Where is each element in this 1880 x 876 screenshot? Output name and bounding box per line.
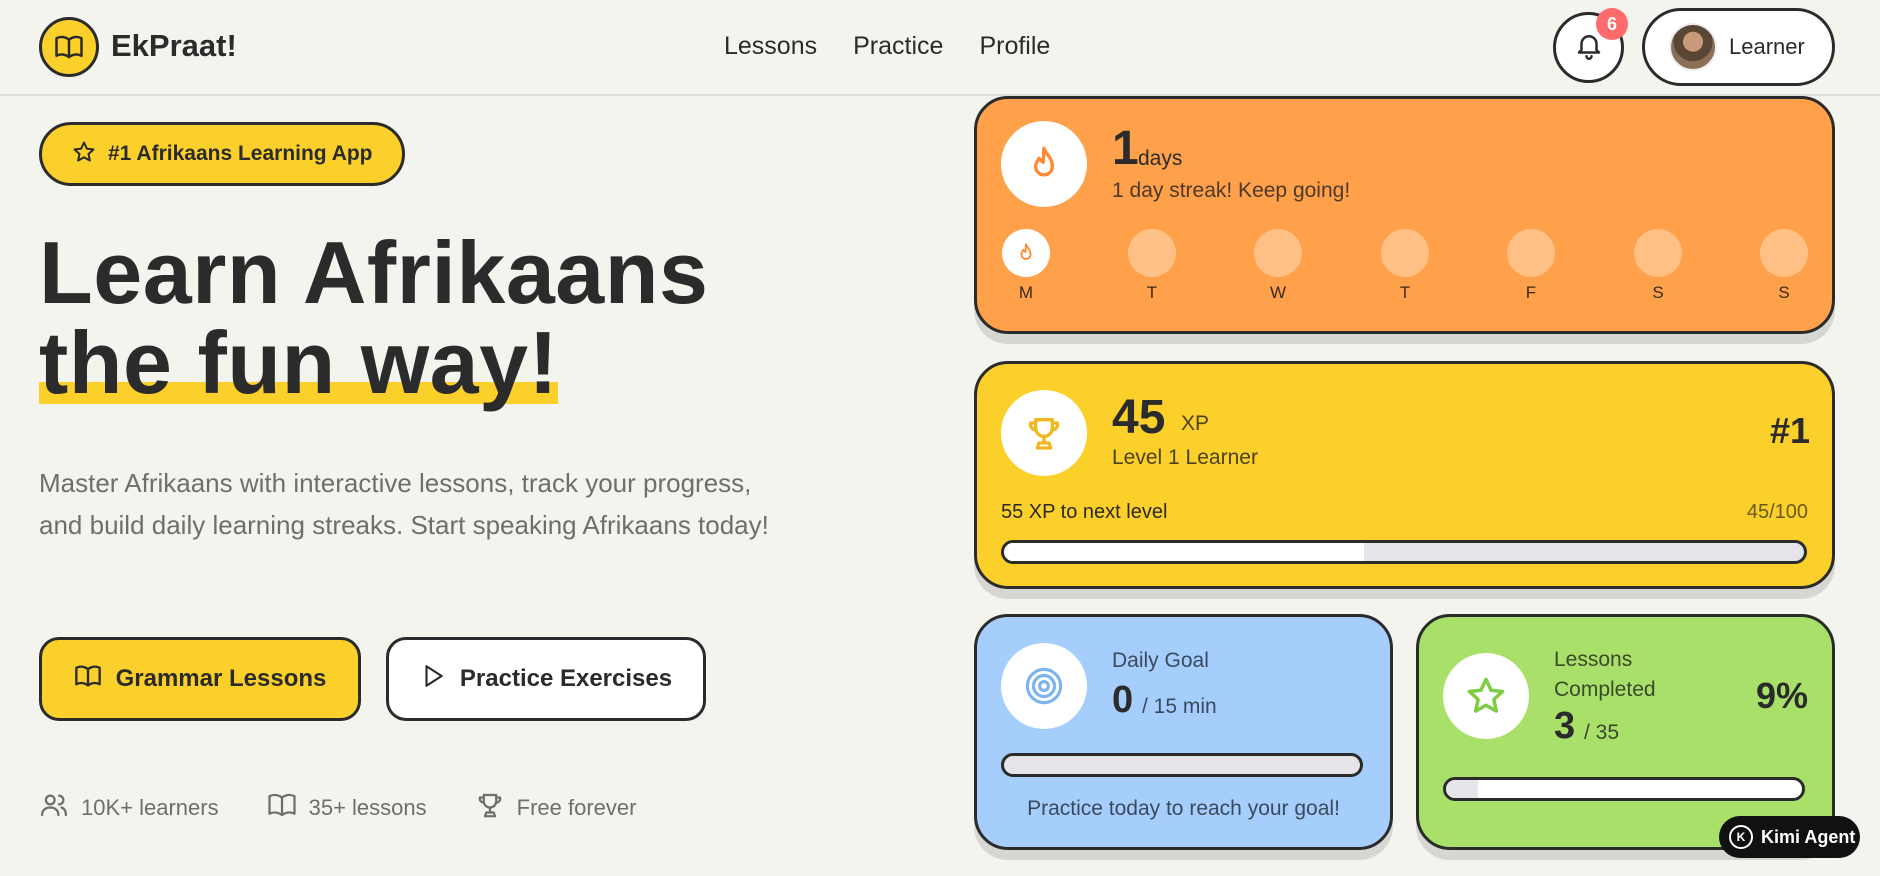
trophy-icon [475, 790, 505, 826]
lessons-completed-value: 3 [1554, 705, 1576, 747]
app-name[interactable]: EkPraat! [111, 28, 237, 64]
stat-free-label: Free forever [516, 795, 637, 820]
stat-lessons-label: 35+ lessons [308, 795, 427, 820]
nav-lessons[interactable]: Lessons [724, 32, 817, 61]
users-icon [39, 790, 69, 826]
streak-card: 1 days 1 day streak! Keep going! M T W T… [974, 96, 1835, 334]
xp-progress-fill [1004, 543, 1364, 561]
main-nav: Lessons Practice Profile [724, 32, 1050, 61]
streak-week: M T W T F S S [1001, 229, 1811, 309]
day-dot [1381, 229, 1429, 277]
stat-lessons: 35+ lessons [267, 790, 427, 826]
day-label: T [1399, 283, 1411, 302]
day-label: M [1018, 283, 1034, 302]
xp-unit: XP [1181, 412, 1210, 435]
day-dot [1760, 229, 1808, 277]
top-navbar: EkPraat! Lessons Practice Profile 6 Lear… [0, 0, 1880, 96]
daily-goal-title: Daily Goal [1112, 649, 1209, 672]
practice-exercises-button[interactable]: Practice Exercises [386, 637, 706, 721]
day-wed: W [1253, 229, 1303, 303]
flame-icon [1020, 243, 1032, 260]
day-label: S [1778, 283, 1790, 302]
xp-next-level: 55 XP to next level [1001, 501, 1168, 523]
stat-learners-label: 10K+ learners [81, 795, 219, 820]
user-menu-button[interactable]: Learner [1642, 8, 1835, 86]
daily-goal-message: Practice today to reach your goal! [1027, 797, 1340, 820]
nav-practice[interactable]: Practice [853, 32, 943, 61]
kimi-agent-button[interactable]: K Kimi Agent [1719, 816, 1860, 858]
hero-title: Learn Afrikaans the fun way! [39, 228, 708, 408]
trophy-icon [1001, 390, 1087, 476]
xp-ratio: 45/100 [1746, 501, 1808, 523]
xp-rank: #1 [1769, 410, 1810, 451]
grammar-lessons-button[interactable]: Grammar Lessons [39, 637, 361, 721]
book-icon [267, 790, 297, 826]
daily-goal-card: Daily Goal 0 / 15 min Practice today to … [974, 614, 1393, 850]
day-dot [1254, 229, 1302, 277]
star-icon [72, 140, 96, 169]
streak-count: 1 [1112, 122, 1139, 175]
user-name: Learner [1729, 34, 1805, 59]
xp-level: Level 1 Learner [1112, 446, 1258, 469]
kimi-agent-label: Kimi Agent [1761, 826, 1856, 847]
notification-count-badge: 6 [1596, 8, 1628, 40]
hero-title-line-2: the fun way! [39, 313, 559, 412]
hero-description: Master Afrikaans with interactive lesson… [39, 468, 769, 540]
day-tue: T [1127, 229, 1177, 303]
book-icon [74, 662, 102, 697]
xp-value: 45 [1112, 391, 1166, 444]
streak-unit: days [1138, 147, 1183, 170]
hero-badge: #1 Afrikaans Learning App [39, 122, 405, 186]
lessons-progress-fill [1446, 780, 1479, 798]
stat-free: Free forever [475, 790, 637, 826]
day-sat: S [1633, 229, 1683, 303]
lessons-progress-bar [1443, 777, 1805, 801]
day-sun: S [1759, 229, 1809, 303]
grammar-lessons-label: Grammar Lessons [115, 665, 327, 692]
day-label: T [1146, 283, 1158, 302]
hero-title-line-1: Learn Afrikaans [39, 223, 709, 322]
day-mon: M [1001, 229, 1051, 303]
xp-progress-bar [1001, 540, 1807, 564]
day-label: F [1525, 283, 1537, 302]
day-label: W [1269, 283, 1287, 302]
day-thu: T [1380, 229, 1430, 303]
hero-badge-label: #1 Afrikaans Learning App [108, 142, 373, 165]
day-dot [1507, 229, 1555, 277]
day-dot [1128, 229, 1176, 277]
daily-goal-value: 0 [1112, 679, 1134, 721]
flame-icon [1001, 121, 1087, 207]
logo-book-icon[interactable] [39, 17, 99, 77]
lessons-completed-percent: 9% [1755, 675, 1808, 716]
lessons-completed-card: Lessons Completed 3 / 35 9% [1416, 614, 1835, 850]
xp-card: 45 XP Level 1 Learner #1 55 XP to next l… [974, 361, 1835, 589]
hero-stats: 10K+ learners 35+ lessons Free forever [39, 790, 636, 826]
day-dot [1634, 229, 1682, 277]
lessons-completed-unit: / 35 [1584, 721, 1620, 744]
nav-profile[interactable]: Profile [979, 32, 1050, 61]
day-dot [1002, 229, 1050, 277]
practice-exercises-label: Practice Exercises [459, 665, 673, 692]
play-icon [420, 663, 446, 696]
target-icon [1001, 643, 1087, 729]
star-icon [1443, 653, 1529, 739]
bell-icon [1574, 30, 1604, 65]
avatar [1669, 23, 1717, 71]
day-label: S [1652, 283, 1664, 302]
day-fri: F [1506, 229, 1556, 303]
kimi-logo-icon: K [1729, 825, 1753, 849]
lessons-completed-title: Lessons Completed [1554, 648, 1656, 701]
streak-message: 1 day streak! Keep going! [1112, 179, 1351, 202]
stat-learners: 10K+ learners [39, 790, 219, 826]
daily-goal-progress-bar [1001, 753, 1363, 777]
daily-goal-unit: / 15 min [1142, 695, 1217, 718]
